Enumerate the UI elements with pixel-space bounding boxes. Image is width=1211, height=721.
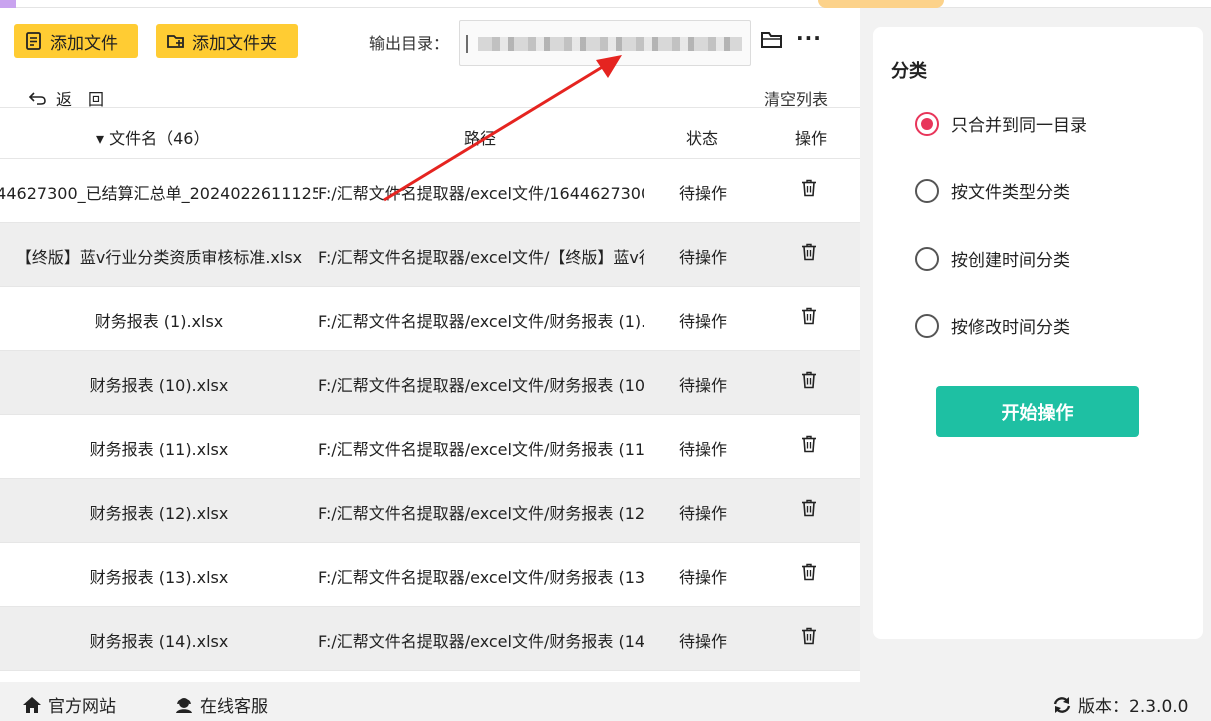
output-dir-field[interactable]	[459, 20, 751, 66]
row-status: 待操作	[679, 440, 728, 459]
radio-by-create-time[interactable]: 按创建时间分类	[915, 246, 1070, 271]
row-path: F:/汇帮文件名提取器/excel文件/【终版】蓝v行:	[318, 248, 644, 267]
add-folder-button[interactable]: 添加文件夹	[156, 24, 298, 58]
row-filename: 【终版】蓝v行业分类资质审核标准.xlsx	[15, 248, 303, 267]
row-filename: 财务报表 (12).xlsx	[89, 504, 229, 523]
output-dir-blurred-value	[466, 35, 742, 53]
start-button[interactable]: 开始操作	[936, 386, 1139, 437]
row-path: F:/汇帮文件名提取器/excel文件/财务报表 (12).x	[318, 504, 644, 523]
table-row[interactable]: 财务报表 (10).xlsx F:/汇帮文件名提取器/excel文件/财务报表 (…	[0, 351, 860, 415]
trash-icon[interactable]	[801, 307, 817, 329]
support-agent-icon	[176, 697, 192, 713]
row-status: 待操作	[679, 376, 728, 395]
classify-title: 分类	[891, 61, 927, 82]
add-folder-label: 添加文件夹	[192, 33, 277, 54]
add-file-button[interactable]: 添加文件	[14, 24, 138, 58]
title-tab-highlight	[818, 0, 944, 8]
table-row[interactable]: 财务报表 (1).xlsx F:/汇帮文件名提取器/excel文件/财务报表 (1…	[0, 287, 860, 351]
classify-panel: 分类 只合并到同一目录 按文件类型分类 按创建时间分类 按修改时间分类 开始操作	[873, 27, 1203, 639]
trash-icon[interactable]	[801, 499, 817, 521]
folder-icon[interactable]	[760, 30, 784, 50]
back-arrow-icon	[28, 92, 46, 105]
main-panel: 添加文件 添加文件夹 输出目录： ··· 返 回 清空列表 ▾ 文件名（46） …	[0, 8, 860, 682]
radio-label: 按创建时间分类	[951, 251, 1070, 271]
trash-icon[interactable]	[801, 563, 817, 585]
version-info[interactable]: 版本：2.3.0.0	[1052, 692, 1188, 717]
row-status: 待操作	[679, 568, 728, 587]
official-website-link[interactable]: 官方网站	[22, 692, 116, 717]
row-status: 待操作	[679, 184, 728, 203]
trash-icon[interactable]	[801, 435, 817, 457]
radio-by-file-type[interactable]: 按文件类型分类	[915, 178, 1070, 203]
support-label: 在线客服	[200, 697, 268, 717]
output-dir-label: 输出目录：	[369, 34, 450, 53]
radio-label: 按文件类型分类	[951, 183, 1070, 203]
radio-unchecked-icon	[915, 313, 939, 338]
row-filename: 财务报表 (13).xlsx	[89, 568, 229, 587]
row-path: F:/汇帮文件名提取器/excel文件/财务报表 (13).x	[318, 568, 644, 587]
row-filename: 财务报表 (11).xlsx	[89, 440, 229, 459]
more-icon[interactable]: ···	[796, 26, 822, 50]
trash-icon[interactable]	[801, 179, 817, 201]
row-path: F:/汇帮文件名提取器/excel文件/财务报表 (1).xl:	[318, 312, 644, 331]
website-label: 官方网站	[48, 697, 116, 717]
add-folder-icon	[167, 35, 184, 48]
radio-checked-icon	[915, 111, 939, 136]
row-filename: 财务报表 (1).xlsx	[94, 312, 224, 331]
footer-bar: 官方网站 在线客服 版本：2.3.0.0	[0, 682, 1211, 721]
trash-icon[interactable]	[801, 627, 817, 649]
row-filename: 财务报表 (14).xlsx	[89, 632, 229, 651]
online-support-link[interactable]: 在线客服	[174, 692, 268, 717]
version-label: 版本：2.3.0.0	[1078, 697, 1189, 717]
radio-by-modify-time[interactable]: 按修改时间分类	[915, 313, 1070, 338]
radio-label: 按修改时间分类	[951, 318, 1070, 338]
file-table: ▾ 文件名（46） 路径 状态 操作 644627300_已结算汇总单_2024…	[0, 107, 860, 671]
header-path: 路径	[464, 129, 497, 148]
row-path: F:/汇帮文件名提取器/excel文件/财务报表 (11).x	[318, 440, 644, 459]
add-file-icon	[26, 32, 41, 50]
trash-icon[interactable]	[801, 243, 817, 265]
table-body: 644627300_已结算汇总单_20240226111259.xF:/汇帮文件…	[0, 159, 860, 671]
header-op: 操作	[795, 129, 828, 148]
radio-unchecked-icon	[915, 178, 939, 203]
app-icon	[0, 0, 16, 8]
home-icon	[23, 696, 41, 713]
table-row[interactable]: 财务报表 (11).xlsx F:/汇帮文件名提取器/excel文件/财务报表 (…	[0, 415, 860, 479]
table-row[interactable]: 财务报表 (14).xlsx F:/汇帮文件名提取器/excel文件/财务报表 (…	[0, 607, 860, 671]
header-filename[interactable]: ▾ 文件名（46）	[96, 125, 209, 149]
row-path: F:/汇帮文件名提取器/excel文件/财务报表 (14).x	[318, 632, 644, 651]
add-file-label: 添加文件	[50, 33, 118, 54]
radio-label: 只合并到同一目录	[951, 116, 1087, 136]
title-bar	[0, 0, 1211, 8]
table-row[interactable]: 财务报表 (13).xlsx F:/汇帮文件名提取器/excel文件/财务报表 (…	[0, 543, 860, 607]
row-path: F:/汇帮文件名提取器/excel文件/财务报表 (10).x	[318, 376, 644, 395]
table-row[interactable]: 【终版】蓝v行业分类资质审核标准.xlsx F:/汇帮文件名提取器/excel文件…	[0, 223, 860, 287]
row-status: 待操作	[679, 504, 728, 523]
row-filename: 财务报表 (10).xlsx	[89, 376, 229, 395]
table-row[interactable]: 财务报表 (12).xlsx F:/汇帮文件名提取器/excel文件/财务报表 (…	[0, 479, 860, 543]
table-row[interactable]: 644627300_已结算汇总单_20240226111259.xF:/汇帮文件…	[0, 159, 860, 223]
table-header: ▾ 文件名（46） 路径 状态 操作	[0, 107, 860, 159]
row-status: 待操作	[679, 248, 728, 267]
header-status: 状态	[686, 129, 719, 148]
row-filename: 644627300_已结算汇总单_20240226111259.x	[0, 184, 318, 203]
radio-merge-same-dir[interactable]: 只合并到同一目录	[915, 111, 1087, 136]
radio-unchecked-icon	[915, 246, 939, 271]
row-status: 待操作	[679, 632, 728, 651]
row-path: F:/汇帮文件名提取器/excel文件/1644627300_已	[318, 184, 644, 203]
trash-icon[interactable]	[801, 371, 817, 393]
refresh-icon	[1053, 696, 1071, 713]
row-status: 待操作	[679, 312, 728, 331]
